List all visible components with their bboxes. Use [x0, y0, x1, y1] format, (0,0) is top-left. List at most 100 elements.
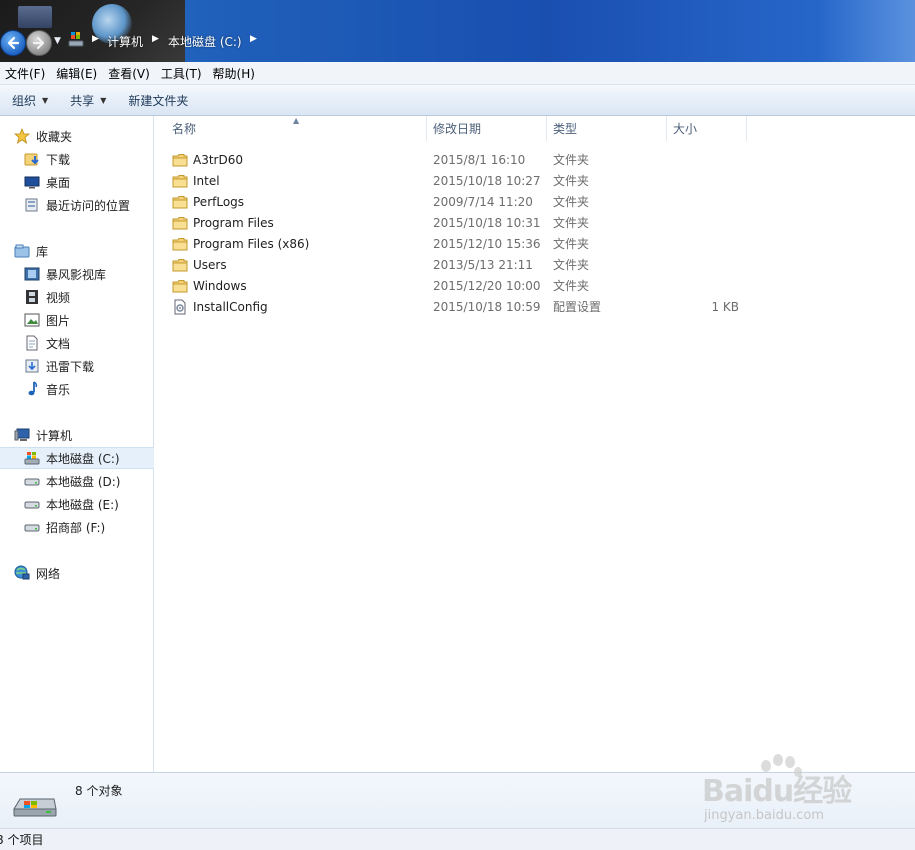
sidebar-item-recent-places[interactable]: 最近访问的位置	[0, 194, 177, 216]
file-date: 2015/12/20 10:00	[433, 278, 541, 293]
organize-button[interactable]: 组织 ▼	[0, 92, 58, 109]
file-row[interactable]: Program Files (x86) 2015/12/10 15:36 文件夹	[168, 233, 758, 254]
column-size-label: 大小	[673, 122, 698, 136]
title-bar: ▼ ▶ 计算机 ▶ 本地磁盘 (C:) ▶	[0, 0, 915, 62]
sidebar-item-baofeng-library[interactable]: 暴风影视库	[0, 263, 177, 285]
column-header-date[interactable]: 修改日期	[427, 116, 547, 141]
file-name: PerfLogs	[193, 194, 245, 209]
file-name-cell[interactable]: Intel	[172, 173, 220, 189]
sidebar-item-drive-d[interactable]: 本地磁盘 (D:)	[0, 470, 177, 492]
sidebar-item-label: 库	[36, 244, 49, 259]
sidebar-item-drive-f[interactable]: 招商部 (F:)	[0, 516, 177, 538]
sidebar-item-label: 本地磁盘 (D:)	[46, 474, 121, 489]
menu-view[interactable]: 查看(V)	[103, 65, 156, 82]
menu-help[interactable]: 帮助(H)	[208, 65, 261, 82]
sidebar-item-videos[interactable]: 视频	[0, 286, 177, 308]
sidebar-libraries[interactable]: 库	[0, 240, 167, 262]
column-header-size[interactable]: 大小	[667, 116, 747, 141]
breadcrumb-separator[interactable]: ▶	[152, 34, 159, 44]
file-row[interactable]: Users 2013/5/13 21:11 文件夹	[168, 254, 758, 275]
breadcrumb-drive[interactable]: 本地磁盘 (C:)	[168, 33, 242, 50]
file-date: 2013/5/13 21:11	[433, 257, 533, 272]
file-name: Users	[193, 257, 227, 272]
file-name-cell[interactable]: Windows	[172, 278, 247, 294]
sidebar-item-label: 最近访问的位置	[46, 198, 131, 213]
file-name-cell[interactable]: Program Files	[172, 215, 274, 231]
share-button[interactable]: 共享 ▼	[58, 92, 116, 109]
sidebar-item-drive-c[interactable]: 本地磁盘 (C:)	[0, 447, 177, 469]
breadcrumb-separator[interactable]: ▶	[92, 34, 99, 44]
file-name-cell[interactable]: Users	[172, 257, 227, 273]
sidebar-item-label: 桌面	[46, 175, 71, 190]
dropdown-arrow-icon: ▼	[100, 95, 107, 105]
sidebar-item-label: 本地磁盘 (E:)	[46, 497, 119, 512]
menu-tools[interactable]: 工具(T)	[156, 65, 208, 82]
sidebar-item-desktop[interactable]: 桌面	[0, 171, 177, 193]
breadcrumb-separator[interactable]: ▶	[250, 34, 257, 44]
file-name-cell[interactable]: InstallConfig	[172, 299, 268, 315]
folder-icon	[172, 257, 188, 273]
film-icon	[24, 289, 40, 305]
sidebar-item-label: 下载	[46, 152, 71, 167]
file-name-cell[interactable]: Program Files (x86)	[172, 236, 309, 252]
sidebar-item-xunlei-downloads[interactable]: 迅雷下载	[0, 355, 177, 377]
file-row[interactable]: A3trD60 2015/8/1 16:10 文件夹	[168, 149, 758, 170]
hard-drive-icon	[24, 496, 40, 512]
drive-c-icon	[13, 798, 57, 817]
sidebar-item-pictures[interactable]: 图片	[0, 309, 177, 331]
menu-edit[interactable]: 编辑(E)	[51, 65, 103, 82]
file-row[interactable]: Program Files 2015/10/18 10:31 文件夹	[168, 212, 758, 233]
file-row[interactable]: InstallConfig 2015/10/18 10:59 配置设置 1 KB	[168, 296, 758, 317]
new-folder-button[interactable]: 新建文件夹	[116, 92, 198, 109]
computer-icon	[14, 427, 30, 443]
picture-icon	[24, 312, 40, 328]
file-type: 配置设置	[553, 300, 602, 314]
sidebar-item-music[interactable]: 音乐	[0, 378, 177, 400]
music-note-icon	[24, 381, 40, 397]
sidebar-item-downloads[interactable]: 下载	[0, 148, 177, 170]
recent-pages-dropdown[interactable]: ▼	[54, 36, 61, 46]
column-header-name[interactable]: 名称	[166, 116, 427, 141]
file-row[interactable]: PerfLogs 2009/7/14 11:20 文件夹	[168, 191, 758, 212]
new-folder-label: 新建文件夹	[128, 93, 189, 108]
file-row[interactable]: Windows 2015/12/20 10:00 文件夹	[168, 275, 758, 296]
file-date: 2015/10/18 10:31	[433, 215, 541, 230]
file-type: 文件夹	[553, 237, 590, 251]
folder-icon	[172, 215, 188, 231]
folder-icon	[172, 278, 188, 294]
status-bar: 8 个项目	[0, 828, 915, 850]
sidebar-item-label: 图片	[46, 313, 71, 328]
file-type: 文件夹	[553, 279, 590, 293]
hard-drive-icon	[24, 473, 40, 489]
file-row[interactable]: Intel 2015/10/18 10:27 文件夹	[168, 170, 758, 191]
file-name-cell[interactable]: A3trD60	[172, 152, 243, 168]
menu-file[interactable]: 文件(F)	[0, 65, 51, 82]
column-type-label: 类型	[553, 122, 578, 136]
file-name-cell[interactable]: PerfLogs	[172, 194, 244, 210]
selection-count: 8 个对象	[75, 784, 123, 798]
sidebar-item-label: 计算机	[36, 428, 73, 443]
sidebar-favorites[interactable]: 收藏夹	[0, 125, 167, 147]
star-icon	[14, 128, 30, 144]
config-file-icon	[172, 299, 188, 315]
breadcrumb-computer[interactable]: 计算机	[107, 33, 143, 50]
forward-button[interactable]	[26, 30, 52, 56]
sidebar-computer[interactable]: 计算机	[0, 424, 167, 446]
desktop-icon	[24, 174, 40, 190]
document-icon	[24, 335, 40, 351]
sidebar-item-label: 音乐	[46, 382, 71, 397]
column-date-label: 修改日期	[433, 122, 482, 136]
sidebar-item-drive-e[interactable]: 本地磁盘 (E:)	[0, 493, 177, 515]
back-button[interactable]	[0, 30, 26, 56]
column-name-label: 名称	[172, 122, 197, 136]
download-folder-icon	[24, 151, 40, 167]
file-type: 文件夹	[553, 216, 590, 230]
drive-c-icon	[68, 32, 84, 47]
file-date: 2009/7/14 11:20	[433, 194, 533, 209]
column-header-type[interactable]: 类型	[547, 116, 667, 141]
sidebar-network[interactable]: 网络	[0, 562, 167, 584]
file-size: 1 KB	[711, 299, 739, 314]
download-library-icon	[24, 358, 40, 374]
file-type: 文件夹	[553, 258, 590, 272]
sidebar-item-documents[interactable]: 文档	[0, 332, 177, 354]
